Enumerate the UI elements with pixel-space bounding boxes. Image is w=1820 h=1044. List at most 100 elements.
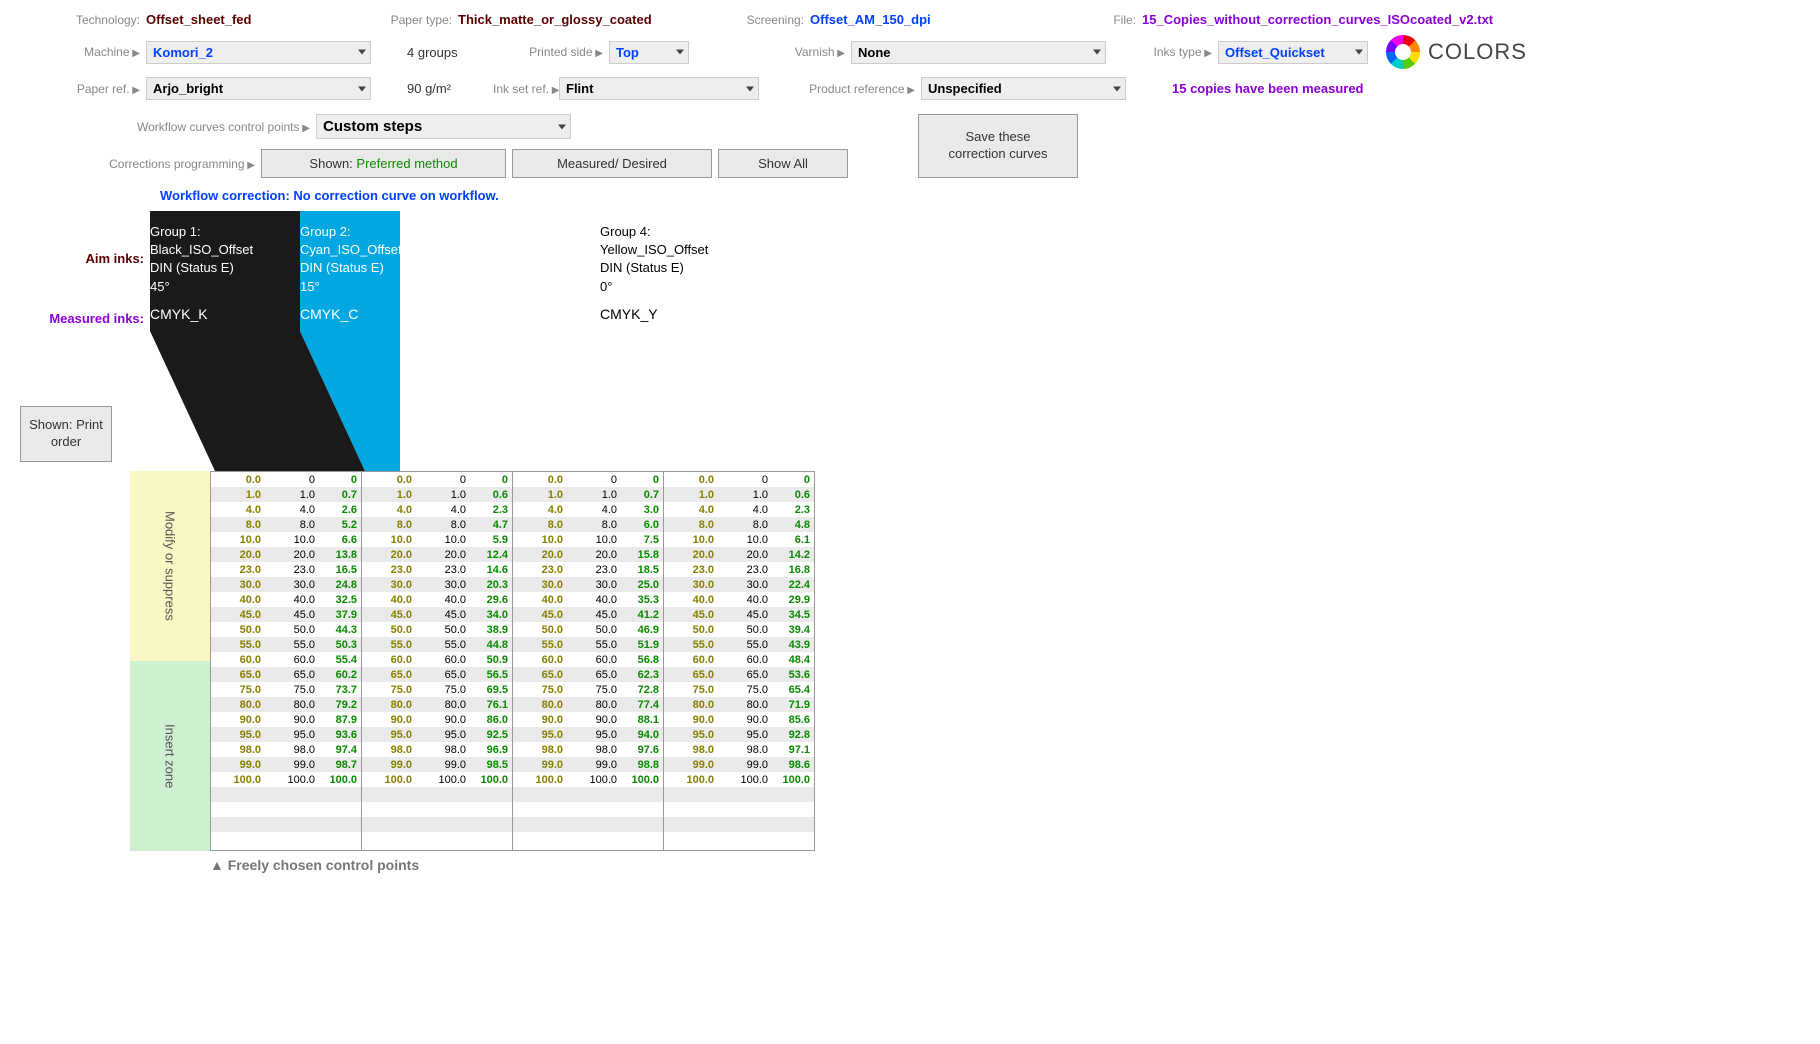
table-row[interactable]: 95.095.092.8 — [664, 727, 814, 742]
table-row[interactable]: 60.060.055.4 — [211, 652, 361, 667]
table-row[interactable]: 90.090.088.1 — [513, 712, 663, 727]
table-row[interactable]: 8.08.06.0 — [513, 517, 663, 532]
table-row[interactable]: 40.040.032.5 — [211, 592, 361, 607]
table-row[interactable]: 55.055.044.8 — [362, 637, 512, 652]
table-row[interactable]: 98.098.096.9 — [362, 742, 512, 757]
table-row[interactable]: 30.030.022.4 — [664, 577, 814, 592]
table-row[interactable] — [362, 817, 512, 832]
table-row[interactable]: 10.010.05.9 — [362, 532, 512, 547]
table-row[interactable]: 98.098.097.4 — [211, 742, 361, 757]
table-row[interactable] — [211, 832, 361, 847]
paper-ref-select[interactable]: Arjo_bright — [146, 77, 371, 100]
table-row[interactable]: 95.095.092.5 — [362, 727, 512, 742]
table-row[interactable]: 65.065.056.5 — [362, 667, 512, 682]
varnish-select[interactable]: None — [851, 41, 1106, 64]
workflow-points-select[interactable]: Custom steps — [316, 114, 571, 139]
table-row[interactable]: 80.080.077.4 — [513, 697, 663, 712]
table-row[interactable]: 0.000 — [362, 472, 512, 487]
table-row[interactable]: 100.0100.0100.0 — [513, 772, 663, 787]
table-row[interactable]: 8.08.05.2 — [211, 517, 361, 532]
table-row[interactable]: 60.060.050.9 — [362, 652, 512, 667]
save-curves-button[interactable]: Save these correction curves — [918, 114, 1078, 178]
table-row[interactable] — [362, 787, 512, 802]
table-row[interactable]: 75.075.065.4 — [664, 682, 814, 697]
table-row[interactable]: 100.0100.0100.0 — [211, 772, 361, 787]
table-row[interactable]: 45.045.037.9 — [211, 607, 361, 622]
table-row[interactable]: 55.055.051.9 — [513, 637, 663, 652]
table-row[interactable]: 45.045.034.0 — [362, 607, 512, 622]
show-all-button[interactable]: Show All — [718, 149, 848, 178]
measured-desired-button[interactable]: Measured/ Desired — [512, 149, 712, 178]
product-ref-select[interactable]: Unspecified — [921, 77, 1126, 100]
table-row[interactable]: 4.04.03.0 — [513, 502, 663, 517]
table-row[interactable]: 0.000 — [211, 472, 361, 487]
table-row[interactable]: 4.04.02.6 — [211, 502, 361, 517]
table-row[interactable]: 40.040.035.3 — [513, 592, 663, 607]
table-row[interactable]: 1.01.00.6 — [664, 487, 814, 502]
shown-preferred-button[interactable]: Shown: Preferred method — [261, 149, 506, 178]
table-row[interactable]: 65.065.060.2 — [211, 667, 361, 682]
modify-suppress-button[interactable]: Modify or suppress — [130, 471, 210, 661]
table-row[interactable]: 99.099.098.8 — [513, 757, 663, 772]
table-row[interactable] — [664, 787, 814, 802]
table-row[interactable]: 23.023.016.5 — [211, 562, 361, 577]
table-row[interactable]: 99.099.098.6 — [664, 757, 814, 772]
table-row[interactable]: 80.080.071.9 — [664, 697, 814, 712]
table-row[interactable]: 98.098.097.6 — [513, 742, 663, 757]
table-row[interactable]: 90.090.086.0 — [362, 712, 512, 727]
table-row[interactable]: 8.08.04.7 — [362, 517, 512, 532]
table-row[interactable]: 99.099.098.5 — [362, 757, 512, 772]
table-row[interactable]: 60.060.048.4 — [664, 652, 814, 667]
table-row[interactable]: 80.080.076.1 — [362, 697, 512, 712]
table-row[interactable]: 95.095.093.6 — [211, 727, 361, 742]
table-row[interactable]: 60.060.056.8 — [513, 652, 663, 667]
table-row[interactable] — [211, 817, 361, 832]
table-row[interactable]: 40.040.029.9 — [664, 592, 814, 607]
table-row[interactable] — [664, 802, 814, 817]
table-row[interactable]: 65.065.062.3 — [513, 667, 663, 682]
table-row[interactable]: 75.075.072.8 — [513, 682, 663, 697]
inks-type-select[interactable]: Offset_Quickset — [1218, 41, 1368, 64]
table-row[interactable]: 4.04.02.3 — [362, 502, 512, 517]
table-row[interactable]: 99.099.098.7 — [211, 757, 361, 772]
print-order-button[interactable]: Shown: Print order — [20, 406, 112, 462]
table-row[interactable]: 10.010.07.5 — [513, 532, 663, 547]
insert-zone-button[interactable]: Insert zone — [130, 661, 210, 851]
table-row[interactable]: 90.090.087.9 — [211, 712, 361, 727]
table-row[interactable]: 50.050.039.4 — [664, 622, 814, 637]
table-row[interactable] — [211, 787, 361, 802]
table-row[interactable]: 20.020.015.8 — [513, 547, 663, 562]
table-row[interactable] — [211, 802, 361, 817]
table-row[interactable]: 55.055.050.3 — [211, 637, 361, 652]
table-row[interactable] — [362, 802, 512, 817]
table-row[interactable]: 50.050.046.9 — [513, 622, 663, 637]
table-row[interactable] — [513, 832, 663, 847]
ink-set-ref-select[interactable]: Flint — [559, 77, 759, 100]
table-row[interactable]: 23.023.014.6 — [362, 562, 512, 577]
table-row[interactable] — [664, 817, 814, 832]
printed-side-select[interactable]: Top — [609, 41, 689, 64]
table-row[interactable] — [513, 802, 663, 817]
table-row[interactable]: 10.010.06.1 — [664, 532, 814, 547]
table-row[interactable]: 55.055.043.9 — [664, 637, 814, 652]
table-row[interactable]: 0.000 — [664, 472, 814, 487]
table-row[interactable]: 1.01.00.7 — [211, 487, 361, 502]
table-row[interactable]: 50.050.044.3 — [211, 622, 361, 637]
table-row[interactable]: 1.01.00.7 — [513, 487, 663, 502]
table-row[interactable]: 98.098.097.1 — [664, 742, 814, 757]
table-row[interactable] — [513, 817, 663, 832]
table-row[interactable]: 20.020.013.8 — [211, 547, 361, 562]
table-row[interactable]: 20.020.014.2 — [664, 547, 814, 562]
table-row[interactable]: 0.000 — [513, 472, 663, 487]
table-row[interactable]: 30.030.025.0 — [513, 577, 663, 592]
table-row[interactable] — [513, 787, 663, 802]
table-row[interactable] — [664, 832, 814, 847]
table-row[interactable]: 75.075.073.7 — [211, 682, 361, 697]
table-row[interactable]: 95.095.094.0 — [513, 727, 663, 742]
table-row[interactable]: 10.010.06.6 — [211, 532, 361, 547]
table-row[interactable]: 8.08.04.8 — [664, 517, 814, 532]
table-row[interactable]: 23.023.018.5 — [513, 562, 663, 577]
table-row[interactable]: 100.0100.0100.0 — [362, 772, 512, 787]
machine-select[interactable]: Komori_2 — [146, 41, 371, 64]
table-row[interactable]: 100.0100.0100.0 — [664, 772, 814, 787]
